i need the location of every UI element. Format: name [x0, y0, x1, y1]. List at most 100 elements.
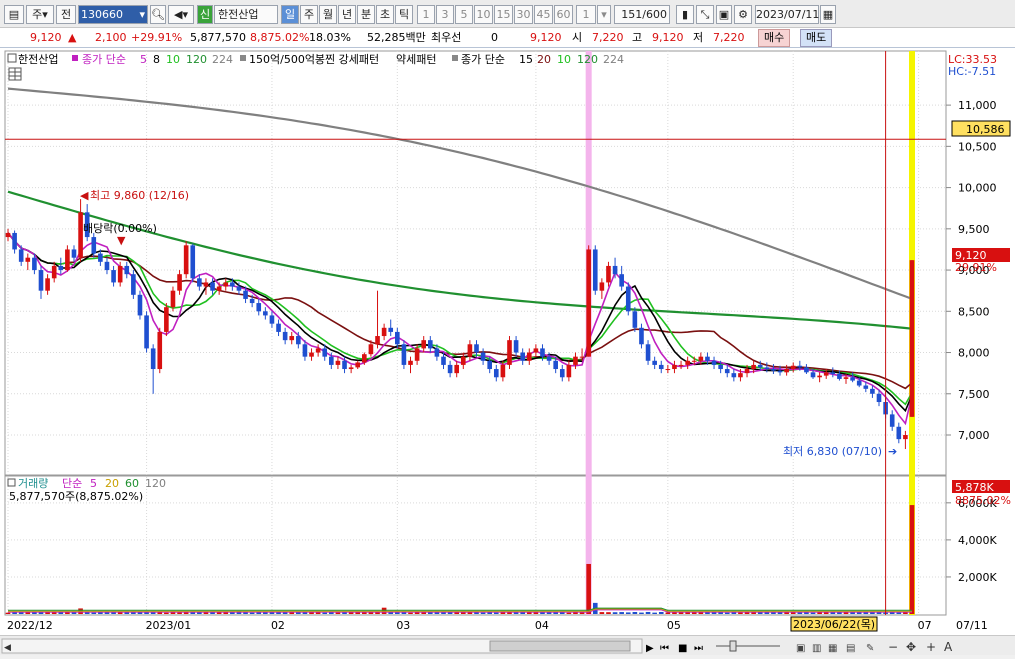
interval-15-button[interactable]: 15 [494, 5, 513, 24]
volume-bar [619, 612, 624, 614]
zoom-in-icon[interactable]: + [926, 640, 936, 654]
pen-icon[interactable]: ✎ [866, 643, 874, 654]
candle-body [553, 360, 558, 370]
volume-bar [177, 612, 182, 614]
dividend-arrow-icon: ▼ [117, 234, 126, 247]
interval-5-button[interactable]: 5 [455, 5, 473, 24]
unit-dropdown[interactable]: ▾ [597, 5, 611, 24]
legend-checkbox[interactable] [7, 53, 17, 63]
scroll-thumb[interactable] [489, 640, 631, 652]
stock-code-input[interactable]: 130660 ▾ [78, 5, 148, 24]
period-year-tab[interactable]: 년 [338, 5, 356, 24]
legend-stock-name: 한전산업 [18, 53, 58, 66]
volume-bar [579, 612, 585, 614]
period-minute-tab[interactable]: 분 [357, 5, 375, 24]
candle-body [362, 354, 367, 363]
volume-bar [823, 612, 829, 614]
bottom-scrollbar[interactable]: ◀ ▶ ⏮ ■ ⏭ ▣ ▥ ▦ ▤ ✎ − ✥ + A [0, 635, 1015, 655]
low-price: 7,220 [713, 31, 745, 44]
x-tick-label: 2023/01 [146, 619, 192, 632]
chart-svg[interactable]: 7,0007,5008,0008,5009,0009,50010,00010,5… [0, 48, 1015, 635]
legend-ma-label: 종가 단순 [82, 53, 126, 66]
search-icon[interactable]: 🔍︎ [150, 5, 166, 24]
x-tick-label: 02 [271, 619, 285, 632]
volume-bar [612, 612, 618, 614]
count-display[interactable]: 151/600 [614, 5, 670, 24]
calendar-icon[interactable]: ▦ [820, 5, 836, 24]
save-icon[interactable]: ▣ [716, 5, 732, 24]
candle-type-icon[interactable]: ▮ [676, 5, 694, 24]
scroll-right-icon[interactable]: ▶ [646, 643, 654, 654]
period-tick-tab[interactable]: 틱 [395, 5, 413, 24]
period-month-tab[interactable]: 월 [319, 5, 337, 24]
candle-body [790, 365, 796, 370]
period-day-tab[interactable]: 일 [281, 5, 299, 24]
layout-icon[interactable]: ▣ [796, 643, 805, 654]
kind-button[interactable]: 전 [56, 5, 76, 24]
scroll-left-icon[interactable]: ◀ [4, 643, 11, 653]
candle-body [830, 372, 836, 374]
zoom-out-icon[interactable]: − [888, 640, 898, 654]
volume-legend-checkbox[interactable] [7, 478, 16, 487]
speaker-icon[interactable]: ◀▾ [168, 5, 194, 24]
volume-bar [335, 612, 341, 614]
volume-bar [322, 612, 328, 614]
interval-1-button[interactable]: 1 [417, 5, 435, 24]
candle-body [38, 270, 44, 291]
volume-bar [566, 612, 572, 614]
candle-body [619, 274, 624, 287]
unit-input[interactable]: 1 [576, 5, 596, 24]
volume-bar [658, 611, 664, 614]
interval-45-button[interactable]: 45 [534, 5, 553, 24]
low-label: 저 [693, 31, 704, 44]
chart-icon[interactable]: ▤ [846, 643, 855, 654]
text-tool-icon[interactable]: A [944, 640, 953, 654]
candle-body [533, 348, 539, 353]
candle-body [368, 344, 374, 355]
y-tick-label: 7,000 [958, 429, 990, 442]
volume-bar [784, 612, 789, 614]
skip-back-icon[interactable]: ⏮ [660, 643, 669, 654]
stop-icon[interactable]: ■ [678, 643, 687, 654]
buy-button[interactable]: 매수 [758, 29, 791, 47]
candle-body [395, 331, 400, 345]
interval-10-button[interactable]: 10 [474, 5, 493, 24]
drag-icon[interactable]: ✥ [906, 640, 916, 654]
candle-body [559, 369, 565, 378]
skip-forward-icon[interactable]: ⏭ [694, 643, 703, 654]
candle-body [658, 364, 664, 370]
zoom-slider-thumb[interactable] [729, 640, 737, 652]
split-icon[interactable]: ▥ [812, 643, 821, 654]
bottom-scrollbar-svg: ◀ ▶ ⏮ ■ ⏭ ▣ ▥ ▦ ▤ ✎ − ✥ + A [1, 638, 953, 654]
crosshair-icon[interactable]: ⤡ [696, 5, 714, 24]
gear-icon[interactable]: ⚙ [734, 5, 752, 24]
volume-ma-5: 5 [90, 477, 97, 490]
interval-60-button[interactable]: 60 [554, 5, 573, 24]
candle-body [810, 372, 816, 378]
interval-3-button[interactable]: 3 [436, 5, 454, 24]
y-tick-label: 11,000 [958, 99, 997, 112]
chart-area[interactable]: 7,000 7,500 8,000 8,500 9,000 9,500 10,000 10,5… [0, 48, 1015, 635]
candle-body [909, 260, 915, 417]
grid-icon[interactable]: ▦ [828, 643, 837, 654]
volume-bar [467, 612, 473, 614]
candle-body [612, 265, 618, 275]
open-price: 7,220 [592, 31, 624, 44]
layout-menu-button[interactable]: ▤ [4, 5, 24, 24]
volume-bar [91, 612, 97, 614]
period-week-tab[interactable]: 주 [300, 5, 318, 24]
market-select[interactable]: 주▾ [26, 5, 54, 24]
volume-bar [652, 612, 657, 614]
date-input[interactable]: 2023/07/11 [755, 5, 819, 24]
candle-body [625, 286, 631, 312]
candle-body [296, 336, 301, 345]
legend-strong-pattern: 150억/500억봉찐 강세패턴 [249, 53, 379, 66]
volume-bar [395, 612, 400, 614]
sell-button[interactable]: 매도 [800, 29, 833, 47]
candle-body [454, 364, 460, 374]
legend-ma2-120: 120 [577, 53, 598, 66]
period-second-tab[interactable]: 초 [376, 5, 394, 24]
volume-bar [665, 612, 671, 614]
candle-body [672, 364, 677, 370]
interval-30-button[interactable]: 30 [514, 5, 533, 24]
